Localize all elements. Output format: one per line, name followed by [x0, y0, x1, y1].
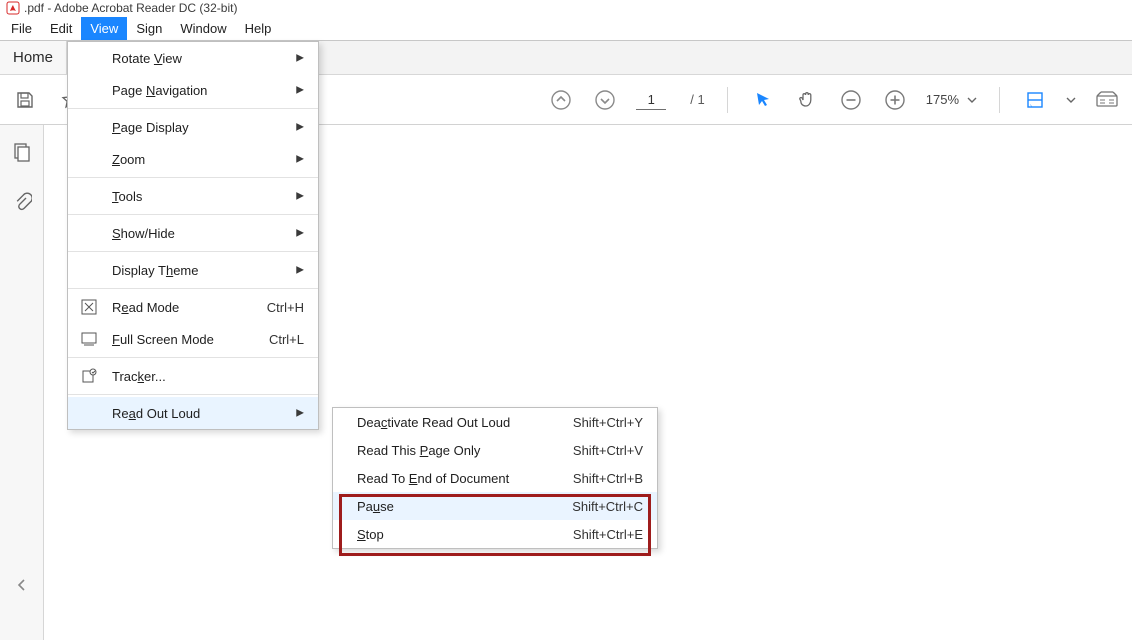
page-number-input[interactable] — [636, 90, 666, 110]
view-menu-panel: Rotate View▶Page Navigation▶Page Display… — [67, 41, 319, 430]
menu-view[interactable]: View — [81, 17, 127, 40]
menu-file[interactable]: File — [2, 17, 41, 40]
menu-shortcut: Shift+Ctrl+C — [572, 499, 643, 514]
read-out-loud-item[interactable]: Read This Page Only Shift+Ctrl+V — [333, 436, 657, 464]
zoom-value: 175% — [926, 92, 963, 107]
menu-help[interactable]: Help — [236, 17, 281, 40]
menu-item-label: Page Navigation — [112, 83, 207, 98]
view-menu-item[interactable]: Rotate View ▶ — [68, 42, 318, 74]
view-menu-item[interactable]: Tracker... — [68, 360, 318, 392]
menu-bar: File Edit View Sign Window Help — [0, 17, 1132, 41]
view-menu-item[interactable]: Full Screen Mode Ctrl+L — [68, 323, 318, 355]
hand-tool-icon[interactable] — [794, 87, 820, 113]
view-menu-item[interactable]: Page Navigation ▶ — [68, 74, 318, 106]
sidebar — [0, 125, 44, 640]
submenu-arrow-icon: ▶ — [296, 53, 304, 64]
menu-item-label: Stop — [357, 527, 384, 542]
menu-item-label: Read This Page Only — [357, 443, 480, 458]
menu-item-label: Full Screen Mode — [112, 332, 214, 347]
toolbar-separator — [999, 87, 1000, 113]
collapse-handle-icon[interactable] — [17, 578, 27, 592]
menu-shortcut: Shift+Ctrl+B — [573, 471, 643, 486]
read-out-loud-item[interactable]: Pause Shift+Ctrl+C — [333, 492, 657, 520]
read-mode-icon[interactable] — [1094, 87, 1120, 113]
menu-item-label: Zoom — [112, 152, 145, 167]
menu-shortcut: Shift+Ctrl+E — [573, 527, 643, 542]
chevron-down-icon[interactable] — [1066, 95, 1076, 105]
menu-item-label: Read Mode — [112, 300, 179, 315]
menu-item-label: Deactivate Read Out Loud — [357, 415, 510, 430]
submenu-arrow-icon: ▶ — [296, 154, 304, 165]
menu-item-label: Read Out Loud — [112, 406, 200, 421]
read-out-loud-submenu: Deactivate Read Out Loud Shift+Ctrl+Y Read… — [332, 407, 658, 549]
thumbnails-icon[interactable] — [9, 139, 35, 165]
save-icon[interactable] — [12, 87, 38, 113]
view-menu-item[interactable]: Read Out Loud ▶ — [68, 397, 318, 429]
menu-item-label: Read To End of Document — [357, 471, 509, 486]
view-menu-item[interactable]: Display Theme ▶ — [68, 254, 318, 286]
submenu-arrow-icon: ▶ — [296, 85, 304, 96]
readmode-icon — [80, 298, 98, 316]
menu-shortcut: Shift+Ctrl+Y — [573, 415, 643, 430]
menu-item-label: Show/Hide — [112, 226, 175, 241]
fullscreen-icon — [80, 330, 98, 348]
submenu-arrow-icon: ▶ — [296, 122, 304, 133]
window-title: .pdf - Adobe Acrobat Reader DC (32-bit) — [24, 1, 237, 15]
menu-shortcut: Ctrl+L — [269, 332, 304, 347]
attachments-icon[interactable] — [9, 189, 35, 215]
selection-tool-icon[interactable] — [750, 87, 776, 113]
zoom-out-icon[interactable] — [838, 87, 864, 113]
chevron-down-icon — [967, 95, 977, 105]
page-up-icon[interactable] — [548, 87, 574, 113]
fit-width-icon[interactable] — [1022, 87, 1048, 113]
acrobat-icon — [6, 1, 20, 15]
menu-edit[interactable]: Edit — [41, 17, 81, 40]
menu-sign[interactable]: Sign — [127, 17, 171, 40]
submenu-arrow-icon: ▶ — [296, 228, 304, 239]
menu-window[interactable]: Window — [171, 17, 235, 40]
menu-item-label: Tools — [112, 189, 142, 204]
tracker-icon — [80, 367, 98, 385]
toolbar-separator — [727, 87, 728, 113]
tab-home[interactable]: Home — [0, 41, 67, 74]
view-menu-item[interactable]: Tools ▶ — [68, 180, 318, 212]
menu-item-label: Rotate View — [112, 51, 182, 66]
view-menu-item[interactable]: Zoom ▶ — [68, 143, 318, 175]
menu-item-label: Tracker... — [112, 369, 166, 384]
view-menu-item[interactable]: Page Display ▶ — [68, 111, 318, 143]
zoom-in-icon[interactable] — [882, 87, 908, 113]
read-out-loud-item[interactable]: Read To End of Document Shift+Ctrl+B — [333, 464, 657, 492]
menu-item-label: Pause — [357, 499, 394, 514]
view-menu-item[interactable]: Read Mode Ctrl+H — [68, 291, 318, 323]
menu-shortcut: Shift+Ctrl+V — [573, 443, 643, 458]
menu-shortcut: Ctrl+H — [267, 300, 304, 315]
page-down-icon[interactable] — [592, 87, 618, 113]
submenu-arrow-icon: ▶ — [296, 191, 304, 202]
menu-item-label: Display Theme — [112, 263, 198, 278]
page-total: / 1 — [684, 92, 704, 107]
submenu-arrow-icon: ▶ — [296, 265, 304, 276]
read-out-loud-item[interactable]: Deactivate Read Out Loud Shift+Ctrl+Y — [333, 408, 657, 436]
submenu-arrow-icon: ▶ — [296, 408, 304, 419]
view-menu-item[interactable]: Show/Hide ▶ — [68, 217, 318, 249]
title-bar: .pdf - Adobe Acrobat Reader DC (32-bit) — [0, 0, 1132, 17]
zoom-dropdown[interactable]: 175% — [926, 92, 977, 107]
menu-item-label: Page Display — [112, 120, 189, 135]
read-out-loud-item[interactable]: Stop Shift+Ctrl+E — [333, 520, 657, 548]
